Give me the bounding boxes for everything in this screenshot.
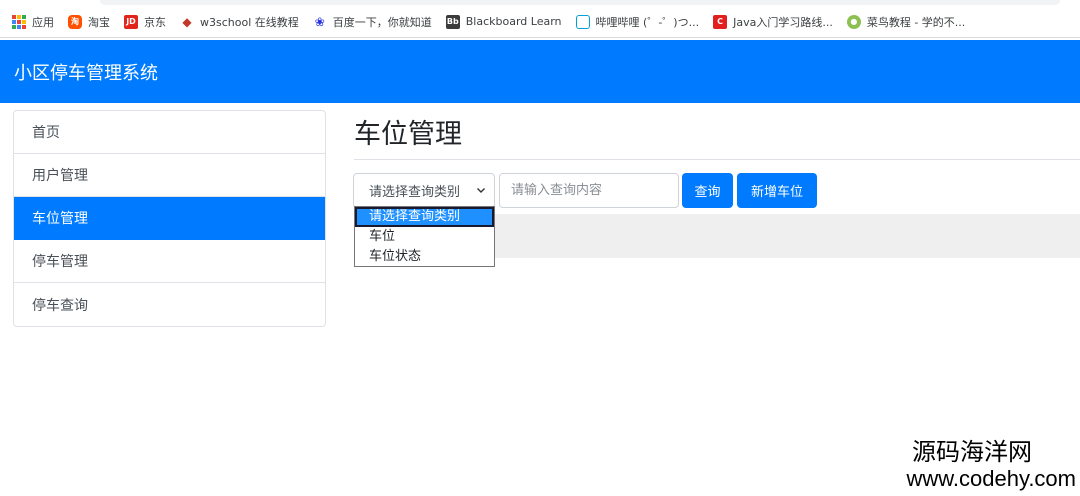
bookmark-java[interactable]: C Java入门学习路线... (713, 14, 833, 30)
sidebar-nav: 首页 用户管理 车位管理 停车管理 停车查询 (13, 110, 326, 327)
sidebar-item-space-management[interactable]: 车位管理 (14, 197, 325, 240)
watermark-name: 源码海洋网 (912, 438, 1032, 466)
bookmark-label: 百度一下，你就知道 (332, 15, 432, 29)
sidebar-item-parking-management[interactable]: 停车管理 (14, 240, 325, 283)
bookmark-label: w3school 在线教程 (200, 15, 299, 29)
w3school-icon: ◆ (182, 14, 192, 29)
blackboard-icon: Bb (445, 14, 460, 29)
bookmark-label: 京东 (144, 15, 166, 29)
bookmark-label: Java入门学习路线... (733, 15, 833, 29)
chevron-down-icon (477, 188, 485, 193)
bookmark-label: Blackboard Learn (465, 15, 562, 28)
query-type-dropdown: 请选择查询类别 车位 车位状态 (354, 206, 495, 267)
bookmark-apps[interactable]: 应用 (12, 14, 54, 30)
bookmark-blackboard[interactable]: Bb Blackboard Learn (445, 14, 562, 29)
query-type-select[interactable]: 请选择查询类别 (353, 173, 495, 208)
bookmark-label: 应用 (32, 15, 54, 29)
bookmark-bilibili[interactable]: 哔哩哔哩 (゜-゜)つ... (575, 14, 700, 30)
sidebar-item-user-management[interactable]: 用户管理 (14, 154, 325, 197)
sidebar-item-home[interactable]: 首页 (14, 111, 325, 154)
bookmark-label: 哔哩哔哩 (゜-゜)つ... (595, 15, 700, 29)
bookmark-runoob[interactable]: ● 菜鸟教程 - 学的不... (846, 14, 966, 30)
add-space-button[interactable]: 新增车位 (737, 173, 817, 208)
taobao-icon: 淘 (68, 14, 82, 29)
page-title: 车位管理 (354, 119, 462, 150)
sidebar-item-parking-query[interactable]: 停车查询 (14, 283, 325, 326)
address-bar-edge (100, 0, 1060, 5)
runoob-icon: ● (846, 14, 861, 29)
jd-icon: JD (124, 14, 138, 29)
bookmark-w3school[interactable]: ◆ w3school 在线教程 (180, 14, 299, 30)
apps-grid-icon (12, 14, 26, 29)
bookmark-baidu[interactable]: ❀ 百度一下，你就知道 (313, 14, 432, 30)
java-c-icon: C (713, 14, 728, 29)
app-brand[interactable]: 小区停车管理系统 (14, 59, 158, 85)
bookmarks-bar: 应用 淘 淘宝 JD 京东 ◆ w3school 在线教程 ❀ 百度一下，你就知… (0, 6, 1080, 38)
bilibili-icon (575, 14, 590, 29)
query-button[interactable]: 查询 (682, 173, 733, 208)
title-divider (354, 159, 1080, 160)
search-input[interactable] (499, 173, 679, 208)
bookmark-taobao[interactable]: 淘 淘宝 (68, 14, 110, 30)
bookmark-label: 菜鸟教程 - 学的不... (866, 15, 966, 29)
bookmark-label: 淘宝 (88, 15, 110, 29)
dropdown-option[interactable]: 车位 (355, 227, 494, 247)
baidu-paw-icon: ❀ (314, 14, 325, 29)
bookmark-jd[interactable]: JD 京东 (124, 14, 166, 30)
watermark-url: www.codehy.com (906, 466, 1076, 491)
dropdown-option[interactable]: 请选择查询类别 (355, 207, 494, 227)
top-navbar: 小区停车管理系统 (0, 40, 1080, 103)
select-value: 请选择查询类别 (369, 185, 461, 200)
dropdown-option[interactable]: 车位状态 (355, 247, 494, 267)
watermark: 源码海洋网 www.codehy.com (906, 438, 1076, 492)
